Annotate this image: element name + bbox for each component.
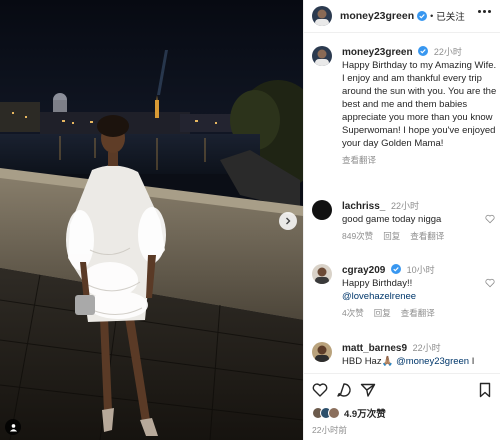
liker-avatar — [328, 407, 340, 419]
likes-summary[interactable]: 4.9万次赞 — [312, 406, 386, 420]
comment-text: Happy Birthday!! — [342, 278, 413, 289]
caption: money23green 22小时 Happy Birthday to my A… — [312, 46, 497, 167]
comment-time: 10小时 — [406, 265, 435, 275]
avatar[interactable] — [312, 46, 332, 66]
avatar[interactable] — [312, 6, 332, 26]
see-translation-link[interactable]: 查看翻译 — [410, 230, 444, 243]
heart-icon[interactable] — [485, 278, 495, 288]
heart-icon[interactable] — [312, 382, 328, 398]
comment-likes[interactable]: 849次赞 — [342, 230, 373, 243]
comment-time: 22小时 — [412, 343, 441, 353]
reply-button[interactable]: 回复 — [383, 230, 400, 243]
comment-item: matt_barnes9 22小时 HBD Haz🙏🏽 @money23gree… — [312, 342, 497, 368]
verified-badge-icon — [391, 264, 402, 274]
caption-text: Happy Birthday to my Amazing Wife. I enj… — [342, 60, 497, 149]
reply-button[interactable]: 回复 — [374, 307, 391, 320]
post-photo[interactable] — [0, 0, 303, 440]
comment-icon[interactable] — [336, 382, 352, 398]
see-translation-link[interactable]: 查看翻译 — [401, 307, 435, 320]
photo-scene — [0, 0, 303, 440]
comment-text: HBD Haz🙏🏽 @money23green I — [342, 355, 497, 368]
post-author-username[interactable]: money23green — [340, 10, 414, 22]
likes-count[interactable]: 4.9万次赞 — [344, 406, 386, 420]
comment-time: 22小时 — [391, 201, 420, 211]
comment-mention-link[interactable]: @money23green — [396, 356, 469, 367]
separator-dot: • — [430, 11, 434, 21]
post-header: money23green • 已关注 — [304, 0, 500, 33]
bookmark-icon[interactable] — [477, 382, 493, 398]
comment-text: good game today nigga — [342, 214, 442, 225]
chevron-right-icon — [286, 217, 291, 225]
verified-badge-icon — [418, 46, 429, 56]
following-button[interactable]: 已关注 — [436, 9, 465, 23]
avatar[interactable] — [312, 342, 332, 362]
next-photo-button[interactable] — [279, 212, 297, 230]
comment-username[interactable]: matt_barnes9 — [342, 343, 407, 354]
post-timestamp: 22小时前 — [312, 425, 347, 435]
comments-list: money23green 22小时 Happy Birthday to my A… — [304, 34, 500, 373]
avatar[interactable] — [312, 200, 332, 220]
post-side-panel: money23green • 已关注 money23green 22小时 Hap… — [303, 0, 500, 440]
verified-badge-icon — [417, 11, 428, 21]
comment-item: cgray209 10小时 Happy Birthday!! @lovehaze… — [312, 264, 497, 320]
heart-icon[interactable] — [485, 214, 495, 224]
caption-time: 22小时 — [433, 47, 462, 57]
comment-username[interactable]: lachriss_ — [342, 201, 385, 212]
share-icon[interactable] — [360, 382, 376, 398]
avatar[interactable] — [312, 264, 332, 284]
comment-mention-link[interactable]: @lovehazelrenee — [342, 290, 497, 303]
see-translation-link[interactable]: 查看翻译 — [342, 154, 376, 167]
comment-username[interactable]: cgray209 — [342, 265, 385, 276]
comment-text-suffix: I — [471, 356, 475, 367]
tagged-users-button[interactable] — [5, 419, 21, 435]
more-options-icon[interactable] — [478, 10, 491, 13]
user-tag-icon — [9, 423, 17, 432]
comment-item: lachriss_ 22小时 good game today nigga 849… — [312, 200, 497, 243]
caption-username[interactable]: money23green — [342, 47, 413, 58]
comment-likes[interactable]: 4次赞 — [342, 307, 364, 320]
comment-text-prefix: HBD Haz🙏🏽 — [342, 356, 394, 367]
